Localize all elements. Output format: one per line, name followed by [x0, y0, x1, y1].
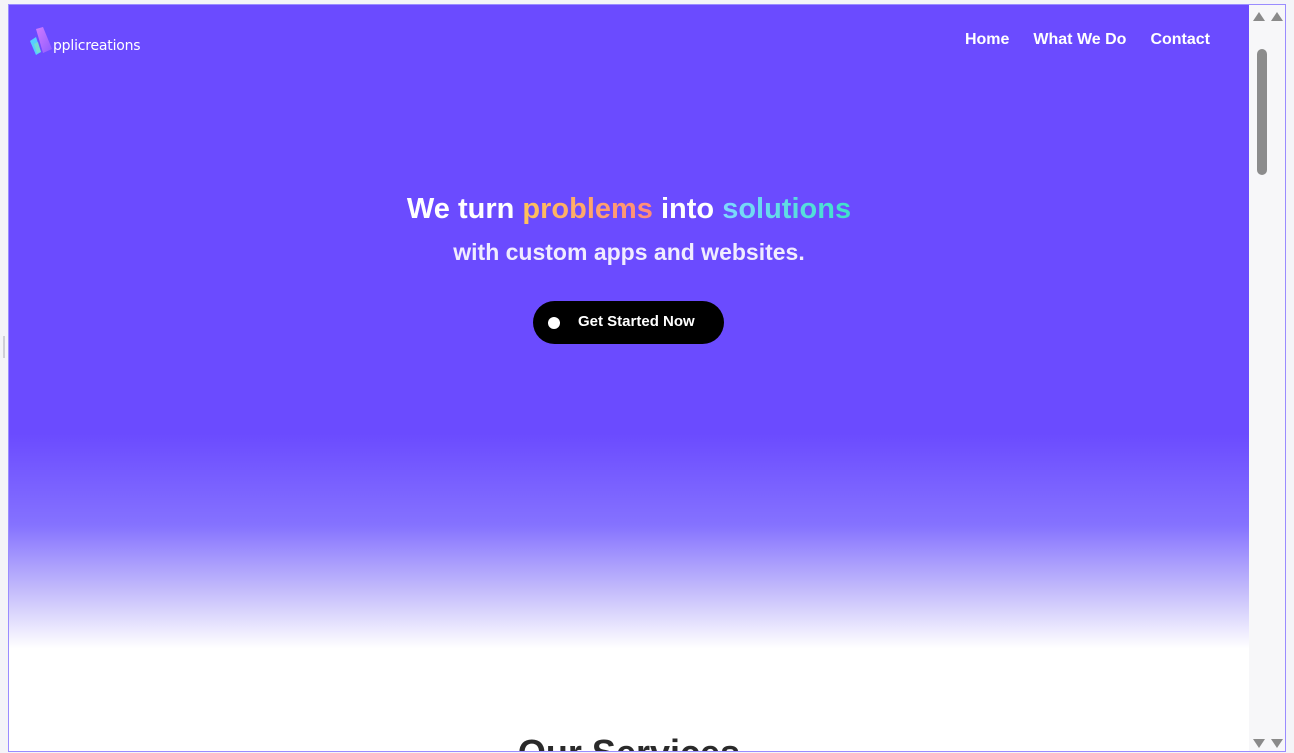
page-viewport: pplicreations Home What We Do Contact We… — [8, 4, 1286, 752]
headline-problems-highlight: problems — [522, 193, 653, 225]
top-navigation: pplicreations Home What We Do Contact — [9, 5, 1249, 85]
browser-frame: pplicreations Home What We Do Contact We… — [0, 0, 1294, 753]
nav-links: Home What We Do Contact — [965, 31, 1210, 49]
resize-handle[interactable] — [3, 336, 5, 358]
arrow-down-icon[interactable] — [1271, 739, 1283, 748]
get-started-label: Get Started Now — [578, 313, 695, 330]
services-heading: Our Services — [9, 732, 1249, 751]
scrollbar-thumb[interactable] — [1257, 49, 1267, 175]
hero-subline: with custom apps and websites. — [453, 239, 805, 265]
page-scrollbar[interactable] — [1249, 5, 1285, 751]
nav-home-link[interactable]: Home — [965, 31, 1009, 49]
headline-part-2: into — [652, 193, 723, 225]
nav-contact-link[interactable]: Contact — [1150, 31, 1210, 49]
headline-part-1: We turn — [406, 193, 523, 225]
hero-section: pplicreations Home What We Do Contact We… — [9, 5, 1249, 655]
hero-headline: We turn problems into solutions — [9, 193, 1249, 226]
dot-icon — [548, 317, 560, 329]
scrollbar-track[interactable] — [1253, 25, 1267, 739]
arrow-up-icon[interactable] — [1253, 12, 1265, 21]
arrow-down-icon[interactable] — [1253, 739, 1265, 748]
arrow-up-icon[interactable] — [1271, 12, 1283, 21]
headline-solutions-highlight: solutions — [722, 193, 852, 225]
web-page: pplicreations Home What We Do Contact We… — [9, 5, 1249, 751]
app-logo-icon — [30, 27, 52, 55]
logo-text: pplicreations — [53, 38, 141, 54]
get-started-button[interactable]: Get Started Now — [533, 301, 724, 344]
nav-what-we-do-link[interactable]: What We Do — [1033, 31, 1126, 49]
brand-logo[interactable]: pplicreations — [28, 25, 148, 59]
